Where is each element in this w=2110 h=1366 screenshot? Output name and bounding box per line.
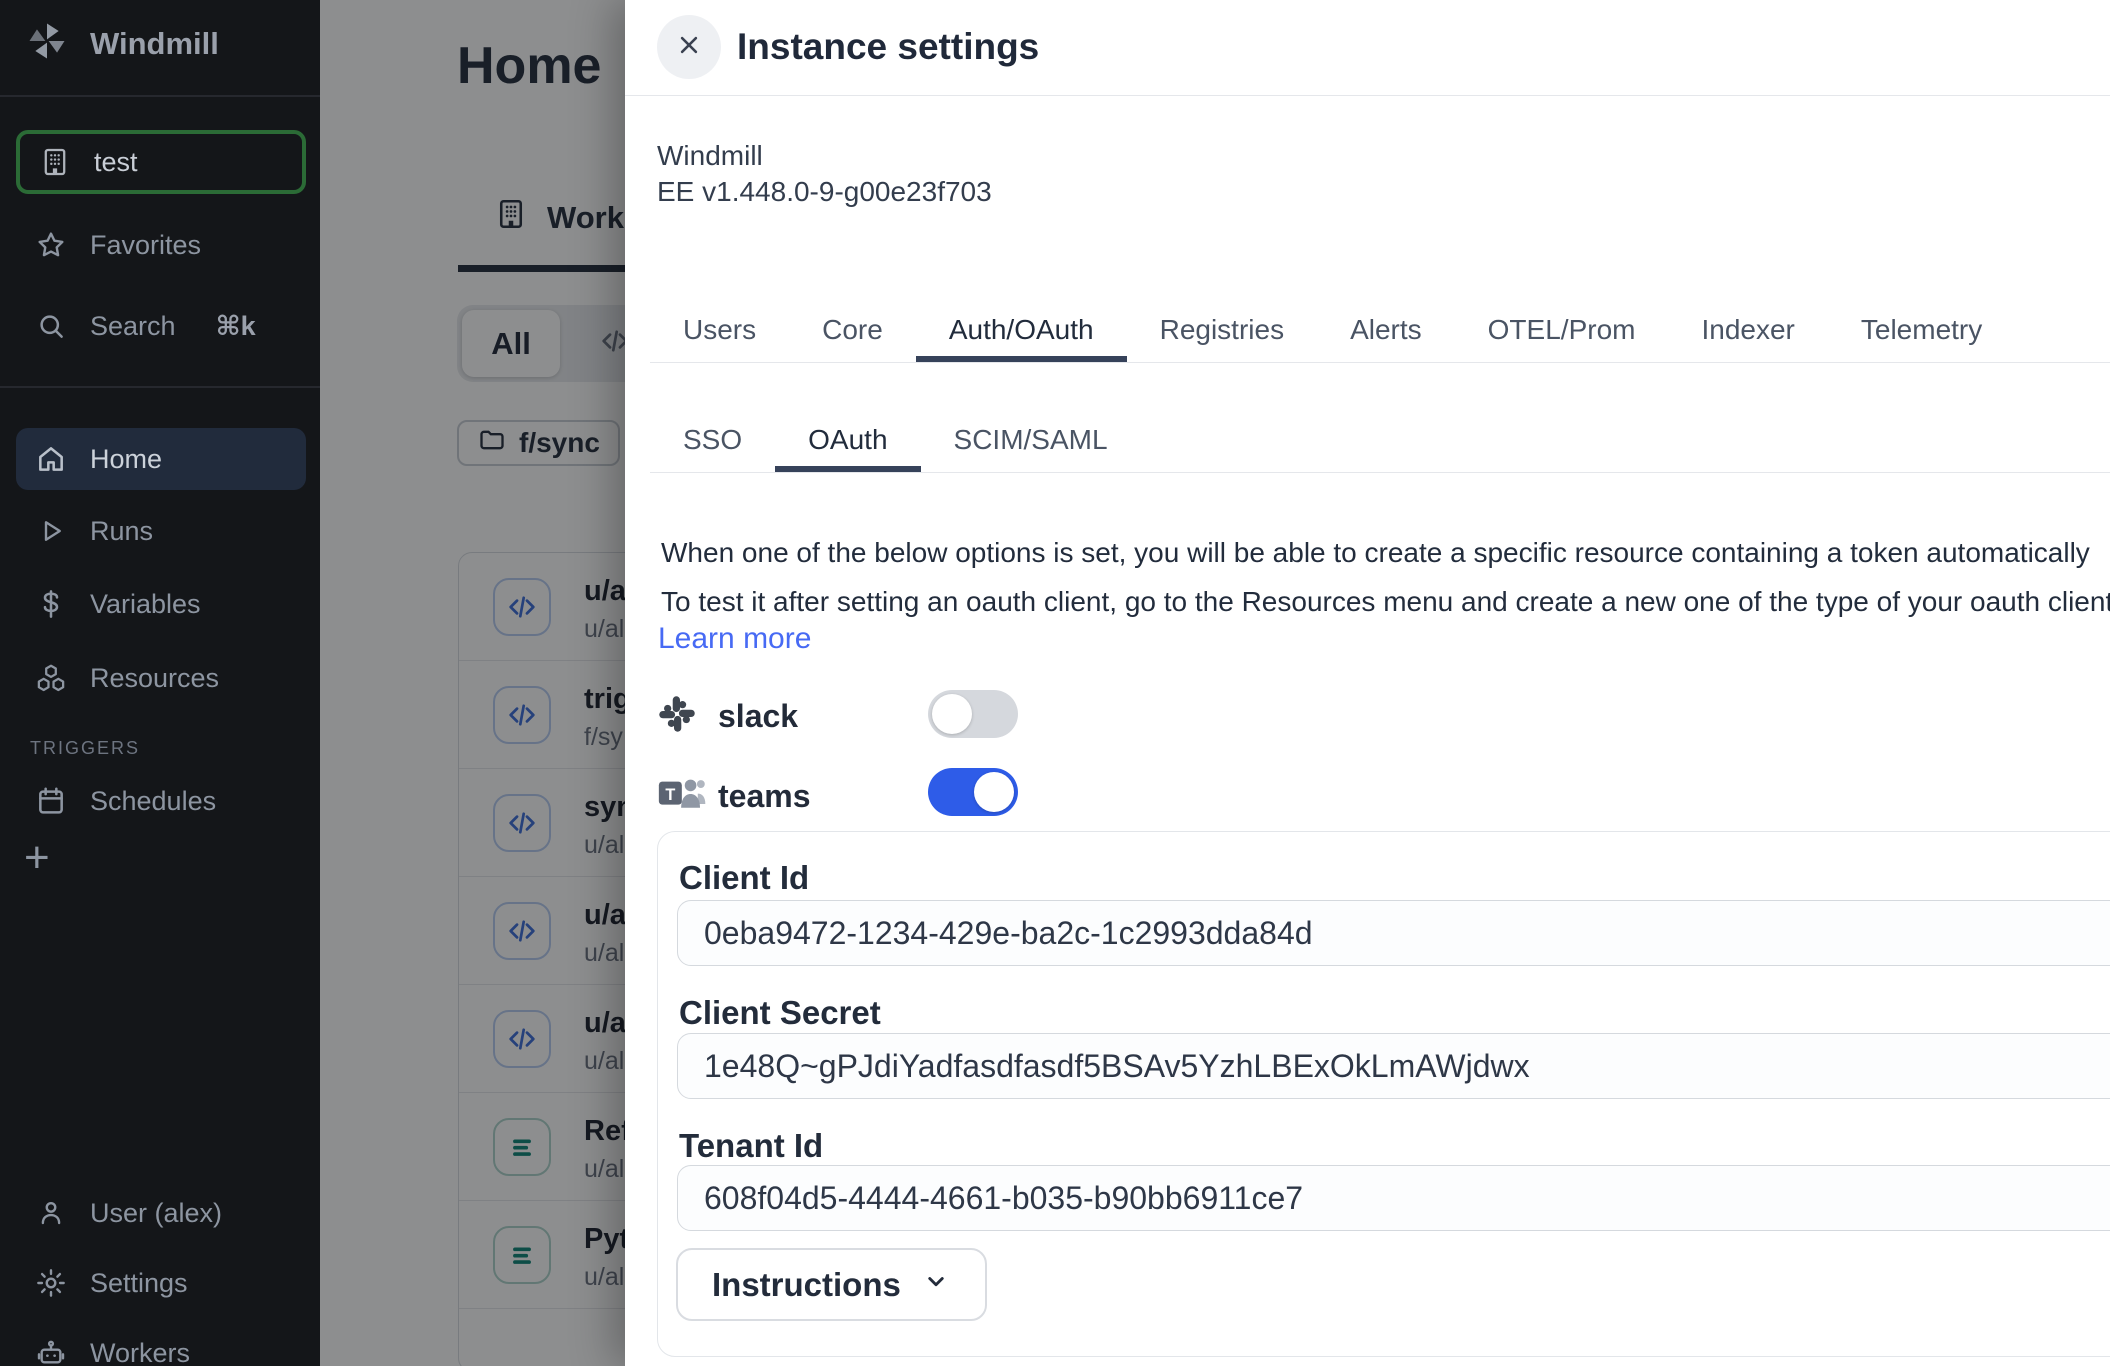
sidebar-item-runs[interactable]: Runs: [16, 502, 306, 560]
sidebar-item-label: Favorites: [90, 230, 201, 261]
windmill-logo-icon: [26, 20, 68, 67]
tab-auth-oauth[interactable]: Auth/OAuth: [916, 314, 1127, 362]
workspace-name: test: [94, 147, 138, 178]
dollar-icon: [34, 587, 68, 621]
sidebar-item-label: User (alex): [90, 1198, 222, 1229]
sidebar-item-user[interactable]: User (alex): [16, 1184, 306, 1242]
sidebar-item-search[interactable]: Search ⌘k: [16, 297, 306, 355]
learn-more-link[interactable]: Learn more: [658, 622, 811, 656]
tenant-id-label: Tenant Id: [679, 1127, 823, 1165]
search-icon: [34, 309, 68, 343]
sidebar-item-label: Settings: [90, 1268, 188, 1299]
client-secret-label: Client Secret: [679, 994, 881, 1032]
search-shortcut: ⌘k: [216, 311, 256, 342]
client-id-input[interactable]: [677, 900, 2110, 966]
oauth-description: When one of the below options is set, yo…: [661, 528, 2110, 626]
sidebar-item-label: Search: [90, 311, 176, 342]
add-trigger-button[interactable]: +: [24, 836, 50, 880]
description-line-2: To test it after setting an oauth client…: [661, 577, 2110, 626]
subtab-sso[interactable]: SSO: [650, 424, 775, 472]
settings-tabs: Users Core Auth/OAuth Registries Alerts …: [650, 314, 2110, 363]
calendar-icon: [34, 784, 68, 818]
sidebar: Windmill test: [0, 0, 320, 1366]
close-icon: [674, 30, 704, 65]
sidebar-item-schedules[interactable]: Schedules: [16, 772, 306, 830]
drawer-divider: [625, 95, 2110, 96]
star-icon: [34, 228, 68, 262]
instructions-button[interactable]: Instructions: [676, 1248, 987, 1321]
client-secret-input[interactable]: [677, 1033, 2110, 1099]
sidebar-item-label: Schedules: [90, 786, 216, 817]
chevron-down-icon: [921, 1266, 951, 1304]
sidebar-item-favorites[interactable]: Favorites: [16, 216, 306, 274]
tab-alerts[interactable]: Alerts: [1317, 314, 1455, 362]
building-icon: [38, 145, 72, 179]
version-number: EE v1.448.0-9-g00e23f703: [657, 174, 992, 210]
provider-row-teams: T teams: [658, 770, 811, 822]
tab-registries[interactable]: Registries: [1127, 314, 1317, 362]
instructions-label: Instructions: [712, 1266, 901, 1304]
teams-oauth-form: Client Id Client Secret Tenant Id Instru…: [657, 831, 2110, 1357]
brand-name: Windmill: [90, 26, 219, 62]
tab-telemetry[interactable]: Telemetry: [1828, 314, 2015, 362]
sidebar-divider: [0, 386, 320, 388]
drawer-title: Instance settings: [737, 26, 1039, 68]
sidebar-item-workers[interactable]: Workers: [16, 1324, 306, 1366]
cubes-icon: [34, 661, 68, 695]
brand[interactable]: Windmill: [26, 20, 219, 67]
toggle-knob: [932, 694, 972, 734]
workspace-selector[interactable]: test: [16, 130, 306, 194]
sidebar-item-home[interactable]: Home: [16, 428, 306, 490]
provider-row-slack: slack: [658, 690, 798, 742]
teams-icon: T: [658, 773, 718, 820]
tab-users[interactable]: Users: [650, 314, 789, 362]
triggers-heading: TRIGGERS: [30, 738, 140, 759]
provider-name: slack: [718, 698, 798, 735]
gear-icon: [34, 1266, 68, 1300]
client-id-label: Client Id: [679, 859, 809, 897]
windmill-app: Home Workspace All: [0, 0, 2110, 1366]
tab-otel-prom[interactable]: OTEL/Prom: [1455, 314, 1669, 362]
svg-text:T: T: [665, 785, 675, 803]
app-name: Windmill: [657, 138, 992, 174]
instance-settings-drawer: Instance settings Windmill EE v1.448.0-9…: [625, 0, 2110, 1366]
sidebar-item-variables[interactable]: Variables: [16, 575, 306, 633]
tab-core[interactable]: Core: [789, 314, 916, 362]
sidebar-item-settings[interactable]: Settings: [16, 1254, 306, 1312]
auth-subtabs: SSO OAuth SCIM/SAML: [650, 424, 2110, 473]
tab-indexer[interactable]: Indexer: [1668, 314, 1827, 362]
robot-icon: [34, 1336, 68, 1366]
sidebar-item-label: Variables: [90, 589, 201, 620]
play-icon: [34, 514, 68, 548]
provider-name: teams: [718, 778, 811, 815]
version-info: Windmill EE v1.448.0-9-g00e23f703: [657, 138, 992, 210]
sidebar-item-label: Resources: [90, 663, 219, 694]
tenant-id-input[interactable]: [677, 1165, 2110, 1231]
subtab-oauth[interactable]: OAuth: [775, 424, 920, 472]
teams-toggle[interactable]: [928, 768, 1018, 816]
sidebar-divider: [0, 95, 320, 97]
sidebar-item-label: Workers: [90, 1338, 190, 1366]
slack-toggle[interactable]: [928, 690, 1018, 738]
sidebar-item-label: Home: [90, 444, 162, 475]
home-icon: [34, 442, 68, 476]
user-icon: [34, 1196, 68, 1230]
description-line-1: When one of the below options is set, yo…: [661, 528, 2110, 577]
sidebar-item-label: Runs: [90, 516, 153, 547]
toggle-knob: [974, 772, 1014, 812]
sidebar-item-resources[interactable]: Resources: [16, 649, 306, 707]
close-button[interactable]: [657, 15, 721, 79]
subtab-scim-saml[interactable]: SCIM/SAML: [921, 424, 1141, 472]
slack-icon: [658, 695, 718, 738]
